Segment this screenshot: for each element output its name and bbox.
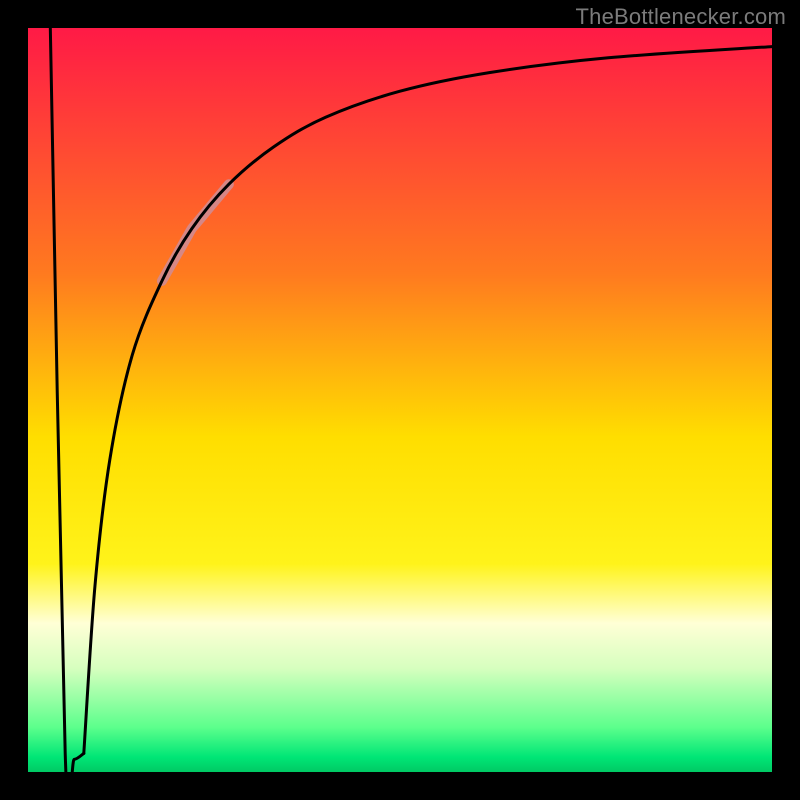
bottleneck-chart xyxy=(0,0,800,800)
attribution-label: TheBottlenecker.com xyxy=(576,4,786,30)
plot-area xyxy=(28,28,772,772)
chart-container: TheBottlenecker.com xyxy=(0,0,800,800)
